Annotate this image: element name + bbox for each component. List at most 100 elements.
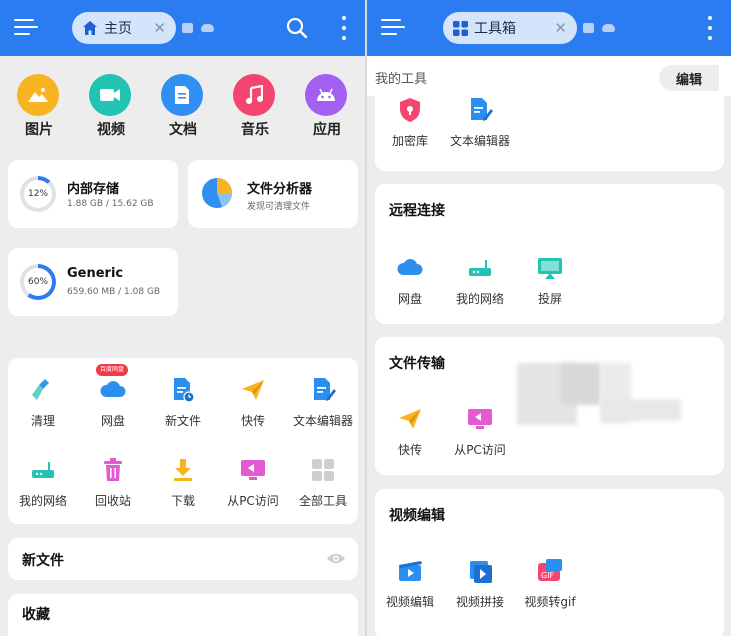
tool-label: 全部工具 — [298, 494, 347, 508]
tool-my-network[interactable]: 我的网络 — [7, 456, 79, 509]
tool-label: 网盘 — [397, 292, 422, 306]
tool-video-edit[interactable]: 视频编辑 — [374, 557, 446, 610]
tool-download[interactable]: 下载 — [147, 456, 219, 509]
file-transfer-card: 文件传输 快传 从PC访问 — [375, 337, 724, 475]
new-files-title: 新文件 — [22, 553, 64, 569]
tool-all-tools[interactable]: 全部工具 — [287, 456, 359, 509]
tool-cast[interactable]: 投屏 — [514, 254, 586, 307]
search-icon[interactable] — [286, 17, 308, 39]
generic-storage-card[interactable]: 60% Generic 659.60 MB / 1.08 GB — [8, 248, 178, 316]
lock-icon — [396, 96, 424, 124]
download-icon — [169, 456, 197, 484]
category-label: 音乐 — [241, 122, 269, 138]
tool-label: 视频编辑 — [385, 595, 434, 609]
tool-label: 回收站 — [94, 494, 131, 508]
eye-icon[interactable] — [326, 552, 346, 565]
gif-icon: GIF — [536, 557, 564, 585]
paper-plane-icon — [239, 376, 267, 404]
text-editor-icon — [466, 96, 494, 124]
tool-label: 视频拼接 — [455, 595, 504, 609]
category-videos[interactable]: 视频 — [89, 74, 133, 138]
usage-percent: 60% — [24, 268, 52, 296]
tool-label: 下载 — [170, 494, 195, 508]
close-tab-icon[interactable]: ✕ — [153, 19, 166, 37]
tab-label: 工具箱 — [474, 21, 516, 37]
tool-pc-access[interactable]: 从PC访问 — [444, 405, 516, 458]
tool-recycle-bin[interactable]: 回收站 — [77, 456, 149, 509]
menu-icon[interactable] — [14, 16, 38, 38]
tool-pc-access[interactable]: 从PC访问 — [217, 456, 289, 509]
my-tools-label: 我的工具 — [375, 72, 428, 87]
music-icon — [233, 74, 275, 116]
pc-access-icon — [239, 456, 267, 484]
analyzer-subtitle: 发现可清理文件 — [247, 202, 311, 212]
analyzer-title: 文件分析器 — [247, 182, 313, 197]
section-title: 视频编辑 — [389, 508, 445, 524]
favorites-card[interactable]: 收藏 — [8, 594, 358, 636]
tool-quick-send[interactable]: 快传 — [217, 376, 289, 429]
remote-connection-card: 远程连接 网盘 我的网络 投屏 — [375, 184, 724, 324]
tool-video-to-gif[interactable]: GIF 视频转gif — [514, 557, 586, 610]
paper-plane-icon — [396, 405, 424, 433]
text-editor-icon — [309, 376, 337, 404]
usage-percent: 12% — [24, 180, 52, 208]
blurred-overlay — [561, 363, 601, 405]
tool-label: 清理 — [30, 414, 55, 428]
category-documents[interactable]: 文档 — [161, 74, 205, 138]
menu-icon[interactable] — [381, 16, 405, 38]
category-label: 文档 — [169, 122, 197, 138]
tool-clean[interactable]: 清理 — [7, 376, 79, 429]
cloud-icon — [396, 254, 424, 282]
grid-icon — [453, 20, 468, 36]
tool-quick-send[interactable]: 快传 — [374, 405, 446, 458]
usage-ring: 60% — [20, 264, 56, 300]
top-app-bar: 工具箱 ✕ — [367, 0, 731, 56]
tab-cloud-icon[interactable] — [201, 24, 214, 32]
category-images[interactable]: 图片 — [17, 74, 61, 138]
toolbox-screen: 工具箱 ✕ 我的工具 编辑 加密库 文本编辑器 远程连接 网盘 我的网络 投屏 … — [367, 0, 731, 636]
more-options-icon[interactable] — [707, 16, 713, 40]
blurred-overlay — [601, 399, 681, 421]
category-music[interactable]: 音乐 — [233, 74, 277, 138]
grid-icon — [309, 456, 337, 484]
tool-cloud-drive[interactable]: 网盘 — [374, 254, 446, 307]
tab-home[interactable]: 主页 ✕ — [72, 12, 176, 44]
tool-text-editor[interactable]: 文本编辑器 — [444, 96, 516, 149]
storage-usage-text: 1.88 GB / 15.62 GB — [67, 199, 154, 209]
cloud-icon — [99, 376, 127, 404]
router-icon — [466, 254, 494, 282]
tool-label: 视频转gif — [524, 595, 576, 609]
tool-my-network[interactable]: 我的网络 — [444, 254, 516, 307]
tab-toolbox[interactable]: 工具箱 ✕ — [443, 12, 577, 44]
tool-label: 网盘 — [100, 414, 125, 428]
section-title: 文件传输 — [389, 356, 445, 372]
edit-button[interactable]: 编辑 — [659, 65, 719, 91]
category-label: 图片 — [25, 122, 53, 138]
video-icon — [89, 74, 131, 116]
category-apps[interactable]: 应用 — [305, 74, 349, 138]
tab-document-icon[interactable] — [182, 23, 193, 33]
my-tools-card: 加密库 文本编辑器 — [375, 96, 724, 171]
new-files-card[interactable]: 新文件 — [8, 538, 358, 580]
tools-card: 清理 网盘 新文件 快传 文本编辑器 我的网络 回收站 下载 从PC访问 全部工… — [8, 358, 358, 524]
tool-vault[interactable]: 加密库 — [374, 96, 446, 149]
tool-cloud[interactable]: 网盘 — [77, 376, 149, 429]
file-analyzer-card[interactable]: 文件分析器 发现可清理文件 — [188, 160, 358, 228]
tool-text-editor[interactable]: 文本编辑器 — [287, 376, 359, 429]
tool-label: 我的网络 — [18, 494, 67, 508]
top-app-bar: 主页 ✕ — [0, 0, 365, 56]
internal-storage-card[interactable]: 12% 内部存储 1.88 GB / 15.62 GB — [8, 160, 178, 228]
tool-label: 我的网络 — [455, 292, 504, 306]
close-tab-icon[interactable]: ✕ — [554, 19, 567, 37]
tool-video-join[interactable]: 视频拼接 — [444, 557, 516, 610]
category-label: 应用 — [313, 122, 341, 138]
more-options-icon[interactable] — [341, 16, 347, 40]
video-editing-card: 视频编辑 视频编辑 视频拼接 GIF 视频转gif — [375, 489, 724, 636]
tool-new-file[interactable]: 新文件 — [147, 376, 219, 429]
android-icon — [305, 74, 347, 116]
storage-usage-text: 659.60 MB / 1.08 GB — [67, 287, 161, 297]
video-join-icon — [466, 557, 494, 585]
tab-cloud-icon[interactable] — [602, 24, 615, 32]
tab-document-icon[interactable] — [583, 23, 594, 33]
tool-label: 投屏 — [537, 292, 562, 306]
